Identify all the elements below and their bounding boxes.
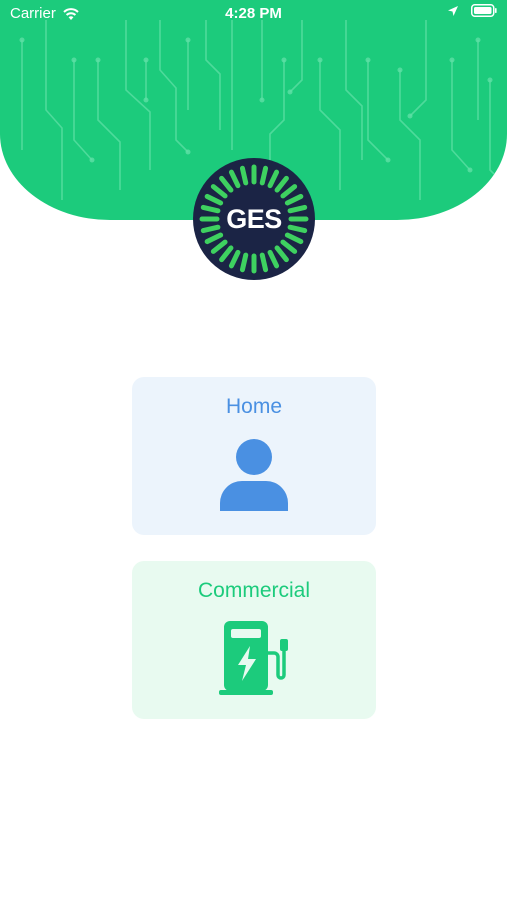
logo-ring-segment: [284, 232, 304, 245]
home-option-label: Home: [225, 395, 283, 418]
logo-ring-segment: [204, 232, 224, 245]
logo-text: GES: [226, 204, 282, 234]
logo-ring-segment: [228, 169, 241, 189]
logo-ring-segment: [259, 252, 269, 273]
logo-ring-segment: [280, 239, 298, 254]
logo-ring-segment: [274, 175, 289, 193]
commercial-option-label: Commercial: [197, 579, 310, 602]
logo-ring-segment: [219, 245, 234, 263]
commercial-option-card[interactable]: Commercial: [132, 561, 376, 719]
location-arrow-icon: [448, 5, 458, 16]
logo-ring-segment: [210, 184, 228, 199]
ges-logo: GES: [193, 158, 315, 280]
logo-ring-segment: [274, 245, 289, 263]
logo-ring-segment: [267, 249, 280, 269]
logo-ring-segment: [239, 252, 249, 273]
ev-charger-icon: [219, 621, 288, 695]
logo-ring-segment: [210, 239, 228, 254]
home-option-card[interactable]: Home: [132, 377, 376, 535]
logo-ring-segment: [267, 169, 280, 189]
logo-ring-segment: [259, 165, 269, 186]
logo-ring-segment: [280, 184, 298, 199]
status-bar: Carrier 4:28 PM: [0, 0, 507, 28]
logo-ring-segment: [284, 193, 304, 206]
person-icon: [220, 439, 288, 511]
battery-icon: [471, 4, 497, 17]
status-time: 4:28 PM: [225, 5, 282, 22]
logo-ring-segment: [219, 175, 234, 193]
logo-ring-segment: [228, 249, 241, 269]
logo-ring-segment: [204, 193, 224, 206]
logo-ring-segment: [239, 165, 249, 186]
status-right-icons: [447, 4, 497, 17]
